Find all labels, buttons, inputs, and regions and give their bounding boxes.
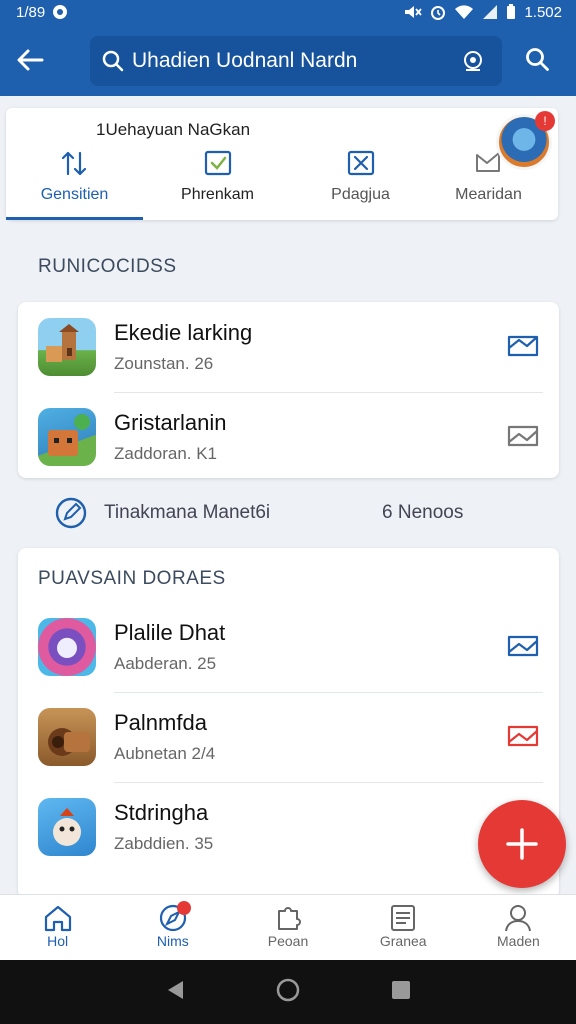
manage-label: Tinakmana Manet6i: [104, 502, 271, 523]
item-subtitle: Zaddoran. K1: [114, 444, 218, 463]
tab-label: Pdagjua: [331, 186, 390, 203]
search-query[interactable]: Uhadien Uodnanl Nardn: [128, 49, 456, 73]
ticket-icon: [507, 635, 539, 657]
section-title-1: RUNICOCIDSS: [38, 256, 177, 277]
system-back-button[interactable]: [165, 979, 185, 1006]
app-icon: [38, 318, 96, 376]
person-icon: [461, 903, 576, 933]
status-bar: 1/89 1.502: [0, 0, 576, 24]
circle-home-icon: [276, 978, 300, 1001]
notes-link[interactable]: 6 Nenoos: [382, 502, 463, 524]
item-subtitle: Zounstan. 26: [114, 354, 214, 373]
wifi-icon: [455, 5, 474, 19]
edit-circle-icon: [55, 497, 87, 529]
search-button[interactable]: [520, 42, 556, 78]
item-title: Plalile Dhat: [114, 620, 226, 645]
item-title: Stdringha: [114, 800, 209, 825]
bottom-navigation: Hol Nims Peoan Granea Maden: [0, 894, 576, 960]
sort-icon: [6, 148, 143, 178]
notification-badge-icon: !: [535, 111, 555, 131]
nav-label: Peoan: [267, 933, 309, 949]
list-item[interactable]: Ekedie larking Zounstan. 26: [18, 302, 559, 392]
item-title: Palnmfda: [114, 710, 207, 735]
list-item[interactable]: Stdringha Zabddien. 35: [18, 782, 559, 872]
nav-label: Nims: [156, 933, 189, 949]
open-button[interactable]: [505, 720, 541, 752]
item-subtitle: Aabderan. 25: [114, 654, 217, 673]
puzzle-icon: [230, 903, 345, 933]
nav-item-home[interactable]: Hol: [0, 895, 115, 960]
alarm-icon: [431, 6, 446, 20]
search-icon: [526, 48, 549, 71]
compass-icon: [115, 903, 230, 933]
nav-label: Maden: [497, 933, 540, 949]
nav-label: Hol: [47, 933, 69, 949]
square-recents-icon: [392, 980, 410, 999]
status-time: 1/89: [16, 3, 46, 21]
arrow-left-icon: [17, 49, 44, 71]
check-box-icon: [149, 148, 286, 178]
status-left: 1/89: [16, 3, 68, 21]
news-icon: [346, 903, 461, 933]
section-title-2: PUAVSAIN DORAES: [38, 568, 226, 589]
tab-label: Mearidan: [455, 186, 522, 203]
manage-link[interactable]: Tinakmana Manet6i: [54, 496, 270, 530]
section-1-card: Ekedie larking Zounstan. 26 Gristarlanin…: [18, 302, 559, 478]
ticket-icon: [507, 425, 539, 447]
camera-icon: [464, 51, 482, 71]
add-button[interactable]: [478, 800, 566, 888]
system-recents-button[interactable]: [391, 980, 411, 1005]
home-icon: [0, 903, 115, 933]
ticket-icon: [507, 335, 539, 357]
search-field[interactable]: Uhadien Uodnanl Nardn: [90, 36, 502, 86]
nav-item-peoan[interactable]: Peoan: [230, 895, 345, 960]
open-button[interactable]: [505, 630, 541, 662]
ticket-icon: [507, 725, 539, 747]
system-home-button[interactable]: [275, 977, 301, 1008]
nav-item-nims[interactable]: Nims: [115, 895, 230, 960]
summary-bar: Tinakmana Manet6i 6 Nenoos: [0, 488, 576, 538]
tab-pdagjua[interactable]: Pdagjua: [292, 148, 429, 220]
system-navigation-bar: [0, 960, 576, 1024]
notification-icon: [53, 5, 68, 19]
list-item[interactable]: Palnmfda Aubnetan 2/4: [18, 692, 559, 782]
item-subtitle: Zabddien. 35: [114, 834, 214, 853]
app-icon: [38, 708, 96, 766]
camera-search-button[interactable]: [456, 44, 490, 78]
app-icon: [38, 798, 96, 856]
list-item[interactable]: Gristarlanin Zaddoran. K1: [18, 392, 559, 482]
tab-label: Phrenkam: [181, 186, 254, 203]
plus-icon: [506, 828, 538, 860]
tab-label: Gensitien: [40, 186, 109, 203]
back-button[interactable]: [0, 24, 60, 96]
nav-label: Granea: [379, 933, 427, 949]
battery-text: 1.502: [524, 3, 562, 21]
profile-avatar-button[interactable]: !: [496, 111, 555, 170]
status-right: 1.502: [404, 4, 562, 21]
item-title: Gristarlanin: [114, 410, 227, 435]
signal-icon: [483, 5, 498, 19]
tabs-title: 1Uehayuan NaGkan: [96, 120, 251, 139]
tab-gensitien[interactable]: Gensitien: [6, 148, 143, 220]
x-box-icon: [292, 148, 429, 178]
nav-item-granea[interactable]: Granea: [346, 895, 461, 960]
app-icon: [38, 408, 96, 466]
list-item[interactable]: Plalile Dhat Aabderan. 25: [18, 602, 559, 692]
app-bar: Uhadien Uodnanl Nardn: [0, 24, 576, 96]
search-icon: [102, 50, 128, 72]
nav-item-maden[interactable]: Maden: [461, 895, 576, 960]
category-tabs-card: 1Uehayuan NaGkan Gensitien Phrenkam Pdag…: [6, 108, 558, 220]
item-subtitle: Aubnetan 2/4: [114, 744, 216, 763]
open-button[interactable]: [505, 330, 541, 362]
app-icon: [38, 618, 96, 676]
triangle-back-icon: [168, 980, 183, 999]
item-title: Ekedie larking: [114, 320, 253, 345]
mute-icon: [405, 6, 423, 18]
open-button[interactable]: [505, 420, 541, 452]
battery-icon: [507, 4, 516, 19]
tab-phrenkam[interactable]: Phrenkam: [149, 148, 286, 220]
